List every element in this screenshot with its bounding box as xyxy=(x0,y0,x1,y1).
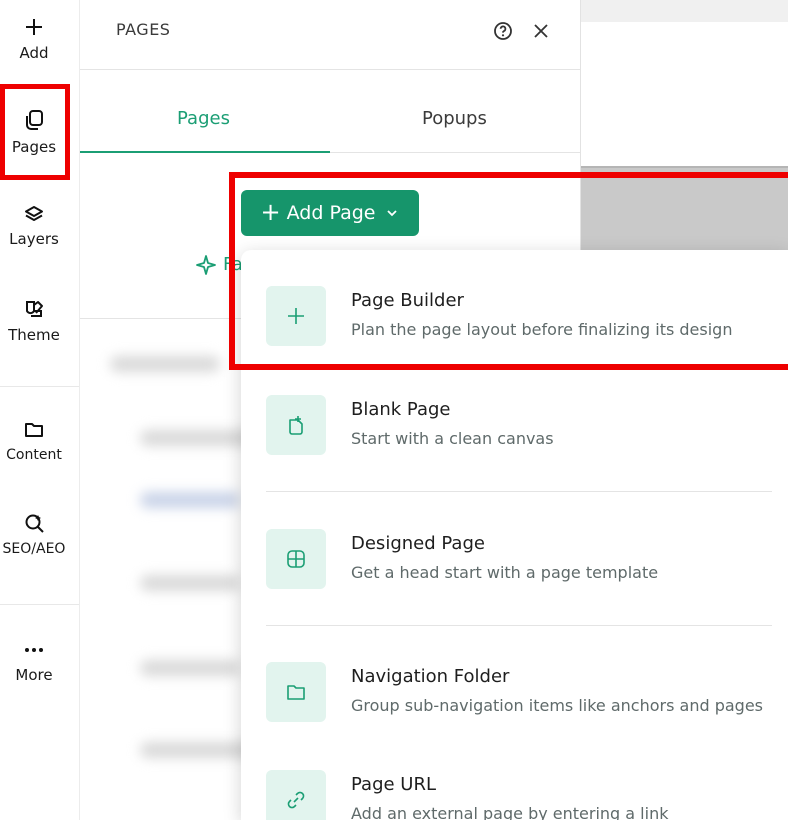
menu-item-desc: Add an external page by entering a link xyxy=(351,804,669,820)
menu-item-title: Page URL xyxy=(351,774,437,795)
seo-search-icon xyxy=(25,514,44,533)
menu-item-desc: Group sub-navigation items like anchors … xyxy=(351,696,763,715)
theme-icon xyxy=(26,301,43,317)
blurred-page-item xyxy=(110,356,220,372)
link-icon xyxy=(266,770,326,820)
rail-divider xyxy=(0,386,79,387)
tab-pages[interactable]: Pages xyxy=(177,108,230,129)
more-icon xyxy=(25,648,43,652)
highlight-box-add-page xyxy=(229,172,788,370)
rail-layers[interactable]: Layers xyxy=(0,204,68,248)
rail-add[interactable]: Add xyxy=(0,16,68,62)
folder-icon xyxy=(25,423,43,437)
highlight-box-pages xyxy=(0,84,70,180)
menu-item-navigation-folder[interactable]: Navigation Folder Group sub-navigation i… xyxy=(266,662,776,726)
menu-item-blank-page[interactable]: Blank Page Start with a clean canvas xyxy=(266,395,776,459)
tab-popups[interactable]: Popups xyxy=(422,108,487,129)
close-icon[interactable] xyxy=(530,20,552,42)
rail-label: More xyxy=(15,666,53,684)
menu-item-title: Blank Page xyxy=(351,399,451,420)
sparkle-icon xyxy=(196,255,216,275)
rail-more[interactable]: More xyxy=(0,640,68,684)
rail-label: Content xyxy=(6,447,62,463)
layers-icon xyxy=(25,206,43,221)
menu-item-desc: Start with a clean canvas xyxy=(351,429,554,448)
menu-item-desc: Get a head start with a page template xyxy=(351,563,659,582)
canvas-topbar xyxy=(581,0,788,22)
menu-divider xyxy=(266,625,772,626)
rail-content[interactable]: Content xyxy=(0,420,68,464)
rail-seo[interactable]: SEO/AEO xyxy=(0,512,68,558)
blank-page-icon xyxy=(266,395,326,455)
panel-title: PAGES xyxy=(116,20,171,39)
menu-item-page-url[interactable]: Page URL Add an external page by enterin… xyxy=(266,770,776,820)
menu-item-designed-page[interactable]: Designed Page Get a head start with a pa… xyxy=(266,529,776,593)
blurred-page-item xyxy=(140,575,240,591)
blurred-page-item xyxy=(140,660,240,676)
grid-icon xyxy=(266,529,326,589)
blurred-page-item xyxy=(140,492,240,508)
canvas-area xyxy=(581,22,788,167)
tab-active-indicator xyxy=(80,151,330,153)
menu-divider xyxy=(266,491,772,492)
menu-item-title: Designed Page xyxy=(351,533,485,554)
plus-icon xyxy=(26,19,42,35)
folder-icon xyxy=(266,662,326,722)
rail-label: Layers xyxy=(9,230,59,248)
rail-label: Theme xyxy=(8,326,60,344)
rail-label: Add xyxy=(19,44,49,62)
panel-divider xyxy=(80,69,580,70)
rail-theme[interactable]: Theme xyxy=(0,298,68,344)
help-icon[interactable] xyxy=(492,20,514,42)
menu-item-title: Navigation Folder xyxy=(351,666,510,687)
rail-label: SEO/AEO xyxy=(2,541,66,557)
rail-divider xyxy=(0,604,79,605)
